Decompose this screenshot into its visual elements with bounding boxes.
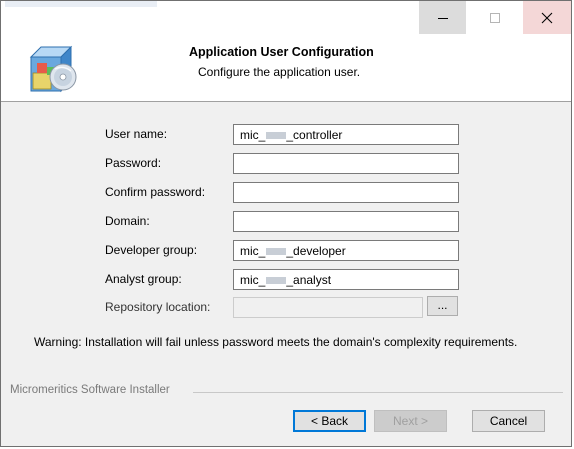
page-subtitle: Configure the application user. xyxy=(198,65,361,79)
page-title: Application User Configuration xyxy=(189,45,374,59)
group-divider xyxy=(193,392,563,393)
maximize-icon xyxy=(489,12,500,23)
installer-window: Application User Configuration Configure… xyxy=(0,0,572,447)
repository-location-input xyxy=(233,297,423,318)
minimize-button[interactable] xyxy=(419,1,466,34)
installer-group-label: Micromeritics Software Installer xyxy=(10,384,174,396)
wizard-header: Application User Configuration Configure… xyxy=(1,35,571,102)
domain-label: Domain: xyxy=(105,214,150,228)
user-name-value-prefix: mic_ xyxy=(240,128,266,142)
software-installer-icon xyxy=(29,45,77,93)
password-warning-text: Warning: Installation will fail unless p… xyxy=(34,335,518,349)
user-name-input[interactable]: mic_ _controller xyxy=(233,124,459,145)
analyst-group-value-suffix: _analyst xyxy=(286,273,332,287)
redacted-text xyxy=(266,132,287,140)
back-button[interactable]: < Back xyxy=(293,410,366,432)
developer-group-value-suffix: _developer xyxy=(286,244,346,258)
domain-input[interactable] xyxy=(233,211,459,232)
title-bar xyxy=(1,1,571,35)
maximize-button[interactable] xyxy=(471,1,518,34)
cancel-button[interactable]: Cancel xyxy=(472,410,545,432)
developer-group-value-prefix: mic_ xyxy=(240,244,266,258)
password-label: Password: xyxy=(105,156,162,170)
analyst-group-value-prefix: mic_ xyxy=(240,273,266,287)
user-name-label: User name: xyxy=(105,127,168,141)
confirm-password-label: Confirm password: xyxy=(105,185,206,199)
next-button: Next > xyxy=(374,410,447,432)
redacted-text xyxy=(266,248,287,256)
developer-group-label: Developer group: xyxy=(105,243,198,257)
minimize-icon xyxy=(437,17,448,19)
user-name-value-suffix: _controller xyxy=(286,128,343,142)
close-button[interactable] xyxy=(523,1,571,34)
title-bar-text-blurred xyxy=(5,1,157,7)
analyst-group-label: Analyst group: xyxy=(105,272,182,286)
analyst-group-input[interactable]: mic_ _analyst xyxy=(233,269,459,290)
redacted-text xyxy=(266,277,287,285)
developer-group-input[interactable]: mic_ _developer xyxy=(233,240,459,261)
password-input[interactable] xyxy=(233,153,459,174)
confirm-password-input[interactable] xyxy=(233,182,459,203)
repository-location-label: Repository location: xyxy=(105,300,211,314)
close-icon xyxy=(541,12,553,23)
browse-button[interactable]: ... xyxy=(427,296,458,316)
